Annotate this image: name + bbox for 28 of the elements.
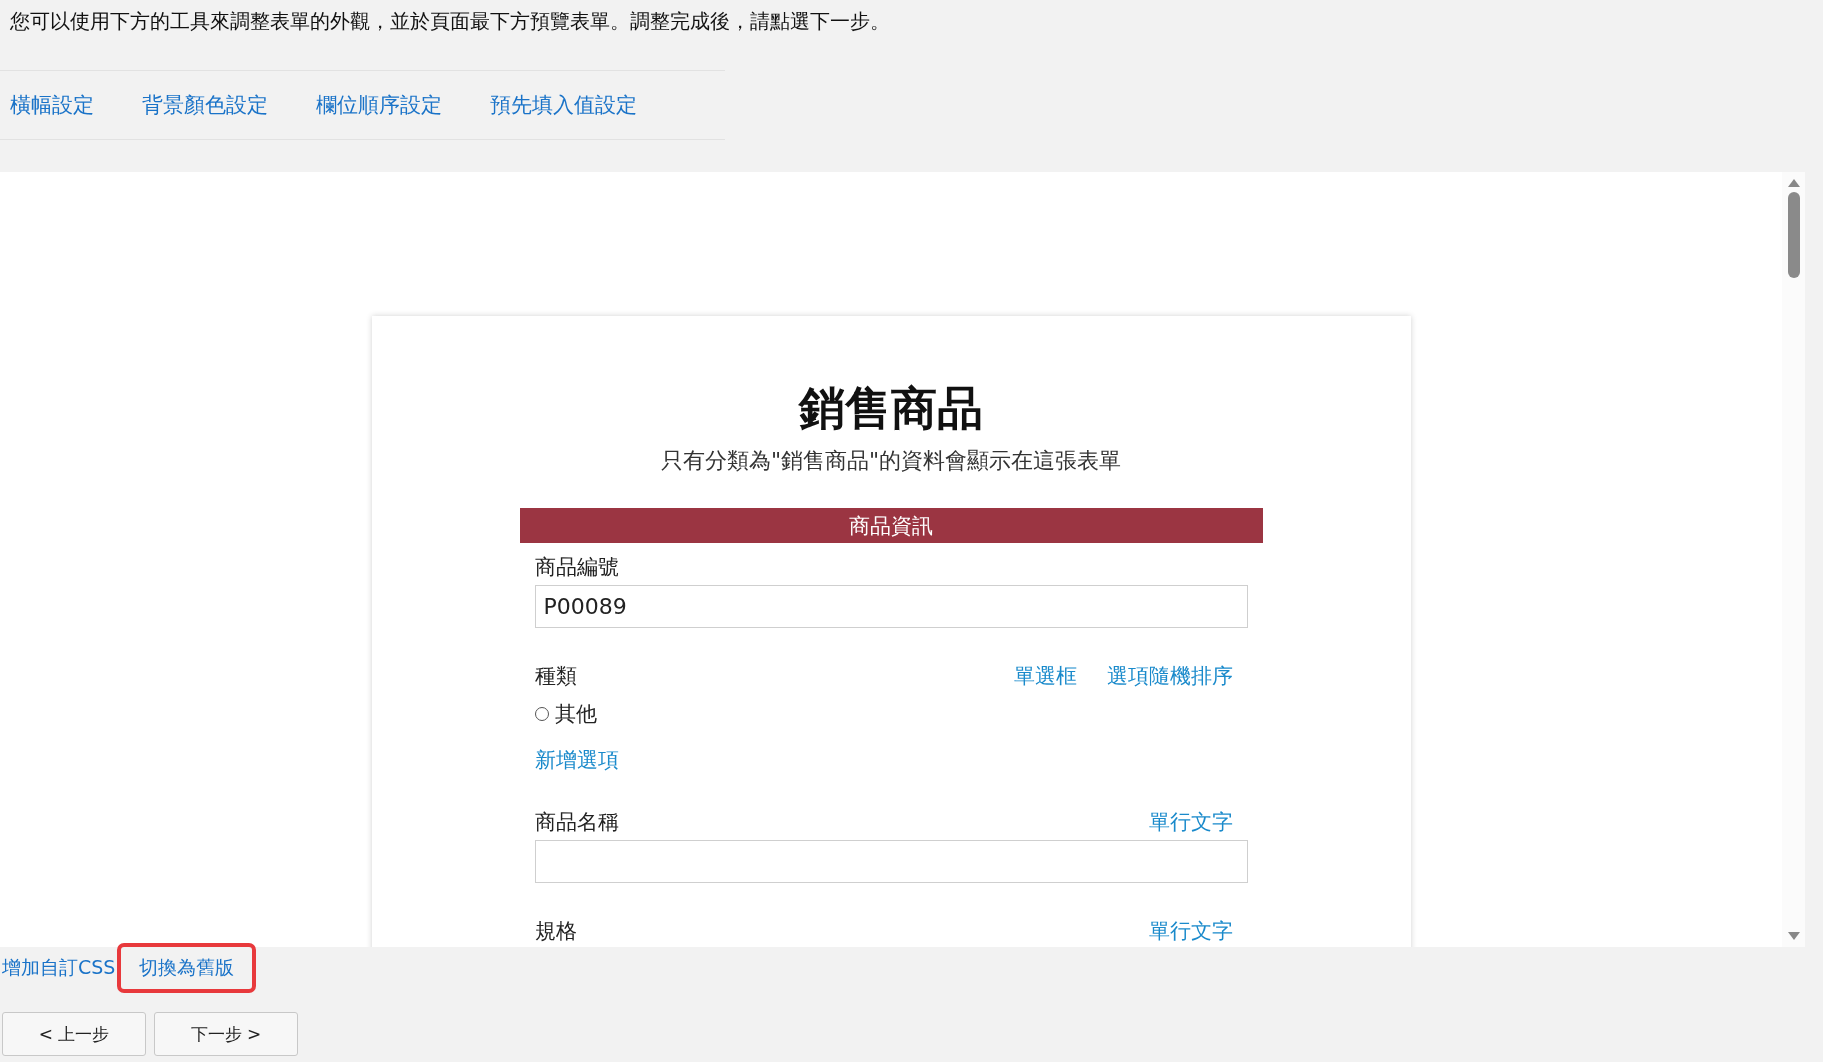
option-label: 其他 <box>554 701 597 728</box>
section-header: 商品資訊 <box>519 508 1263 543</box>
field-label: 商品編號 <box>534 554 619 581</box>
scroll-up-icon[interactable] <box>1786 178 1801 188</box>
footer-link[interactable]: 切換為舊版 <box>117 943 257 993</box>
field-option-link[interactable]: 單行文字 <box>1148 917 1233 945</box>
step-button[interactable]: < 上一步 <box>2 1012 146 1056</box>
scroll-down-icon[interactable] <box>1786 931 1801 941</box>
field-label: 種類 <box>534 663 577 690</box>
settings-tab[interactable]: 背景顏色設定 <box>132 91 278 119</box>
settings-tab[interactable]: 預先填入值設定 <box>480 91 647 119</box>
scrollbar[interactable] <box>1782 172 1805 947</box>
settings-tab[interactable]: 欄位順序設定 <box>306 91 452 119</box>
field-option-link[interactable]: 單行文字 <box>1148 808 1233 836</box>
scroll-thumb[interactable] <box>1787 192 1800 278</box>
field-option-link[interactable]: 選項隨機排序 <box>1106 662 1233 690</box>
field-label: 商品名稱 <box>534 809 619 836</box>
field-option-link[interactable]: 單選框 <box>1013 662 1077 690</box>
text-input-field[interactable] <box>534 840 1248 883</box>
step-button[interactable]: 下一步 > <box>154 1012 298 1056</box>
instruction-text: 您可以使用下方的工具來調整表單的外觀，並於頁面最下方預覽表單。調整完成後，請點選下一步。 <box>9 8 891 35</box>
add-option-link[interactable]: 新增選項 <box>534 746 1248 774</box>
text-input-field[interactable]: P00089 <box>534 585 1248 628</box>
form-title: 銷售商品 <box>799 380 983 437</box>
form-subtitle: 只有分類為"銷售商品"的資料會顯示在這張表單 <box>660 447 1122 475</box>
settings-tab[interactable]: 橫幅設定 <box>0 91 104 119</box>
footer-link[interactable]: 增加自訂CSS <box>0 955 118 981</box>
field-label: 規格 <box>534 918 577 945</box>
